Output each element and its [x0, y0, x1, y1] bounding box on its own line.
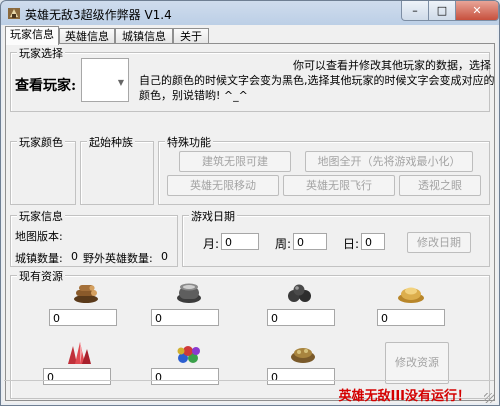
tab-about[interactable]: 关于	[173, 28, 209, 44]
resize-grip-icon[interactable]	[484, 393, 494, 403]
group-label: 玩家选择	[17, 45, 65, 61]
info-line: 自己的颜色的时候文字会变为黑色,选择其他玩家的时候文字会变成对应的	[139, 74, 495, 87]
day-label: 日:	[343, 237, 360, 251]
wood-input[interactable]: 0	[49, 309, 117, 326]
mercury-icon	[177, 283, 201, 303]
close-button[interactable]: ✕	[455, 1, 499, 21]
app-window: 英雄无敌3超级作弊器 V1.4 – □ ✕ 玩家信息 英雄信息 城镇信息 关于 …	[0, 0, 500, 406]
group-label: 玩家信息	[17, 208, 65, 224]
group-label: 特殊功能	[165, 134, 213, 150]
player-select-group: 玩家选择 查看玩家: ▼ 你可以查看并修改其他玩家的数据，选择 自己的颜色的时候…	[10, 45, 495, 112]
info-line: 你可以查看并修改其他玩家的数据，选择	[293, 59, 491, 72]
status-text: 英雄无敌III没有运行！	[338, 389, 470, 404]
wood-icon	[74, 285, 98, 303]
view-player-label: 查看玩家:	[15, 78, 77, 94]
town-count-label: 城镇数量:	[15, 252, 63, 265]
tab-town-info[interactable]: 城镇信息	[115, 28, 173, 44]
group-label: 起始种族	[87, 134, 135, 150]
window-title: 英雄无敌3超级作弊器 V1.4	[25, 8, 172, 22]
ore-icon	[288, 284, 311, 302]
town-count-value: 0	[71, 250, 78, 263]
week-label: 周:	[275, 237, 292, 251]
gold-icon	[398, 287, 424, 303]
title-bar[interactable]: 英雄无敌3超级作弊器 V1.4 – □ ✕	[1, 1, 499, 25]
wild-hero-count-value: 0	[161, 250, 168, 263]
status-bar: 英雄无敌III没有运行！	[4, 380, 494, 404]
special-functions-group: 特殊功能 建筑无限可建 地图全开（先将游戏最小化） 英雄无限移动 英雄无限飞行 …	[158, 134, 490, 205]
crystal-icon	[68, 342, 91, 364]
gems-icon	[177, 346, 200, 363]
unlimited-fly-button[interactable]: 英雄无限飞行	[283, 175, 395, 196]
ore-input[interactable]: 0	[267, 309, 335, 326]
tab-player-info[interactable]: 玩家信息	[5, 26, 59, 45]
tab-hero-info[interactable]: 英雄信息	[59, 28, 115, 44]
game-date-group: 游戏日期 月: 0 周: 0 日: 0 修改日期	[182, 208, 490, 267]
player-color-group: 玩家颜色	[10, 134, 76, 205]
month-input[interactable]: 0	[221, 233, 259, 250]
player-info-panel: 玩家选择 查看玩家: ▼ 你可以查看并修改其他玩家的数据，选择 自己的颜色的时候…	[5, 43, 495, 401]
month-label: 月:	[203, 237, 220, 251]
info-line: 颜色，别说错哟! ^_^	[139, 89, 248, 102]
sulfur-icon	[291, 348, 315, 363]
chevron-down-icon: ▼	[117, 78, 124, 87]
group-label: 玩家颜色	[17, 134, 65, 150]
app-icon	[8, 8, 20, 19]
modify-resources-button[interactable]: 修改资源	[385, 342, 449, 384]
client-area: 玩家信息 英雄信息 城镇信息 关于 玩家选择 查看玩家: ▼ 你可以查看并修改其…	[3, 25, 497, 403]
unlimited-move-button[interactable]: 英雄无限移动	[167, 175, 279, 196]
group-label: 游戏日期	[189, 208, 237, 224]
start-race-group: 起始种族	[80, 134, 154, 205]
reveal-map-button[interactable]: 地图全开（先将游戏最小化）	[305, 151, 473, 172]
mercury-input[interactable]: 0	[151, 309, 219, 326]
player-info-group: 玩家信息 地图版本: 城镇数量: 0 野外英雄数量: 0	[10, 208, 178, 267]
map-version-label: 地图版本:	[15, 230, 63, 243]
modify-date-button[interactable]: 修改日期	[407, 232, 471, 253]
unlimited-build-button[interactable]: 建筑无限可建	[179, 151, 291, 172]
minimize-button[interactable]: –	[401, 1, 429, 21]
week-input[interactable]: 0	[293, 233, 327, 250]
wild-hero-count-label: 野外英雄数量:	[83, 252, 153, 265]
see-through-button[interactable]: 透视之眼	[399, 175, 481, 196]
gold-input[interactable]: 0	[377, 309, 445, 326]
maximize-button[interactable]: □	[428, 1, 456, 21]
day-input[interactable]: 0	[361, 233, 385, 250]
player-select-dropdown[interactable]: ▼	[81, 58, 129, 102]
group-label: 现有资源	[17, 268, 65, 284]
